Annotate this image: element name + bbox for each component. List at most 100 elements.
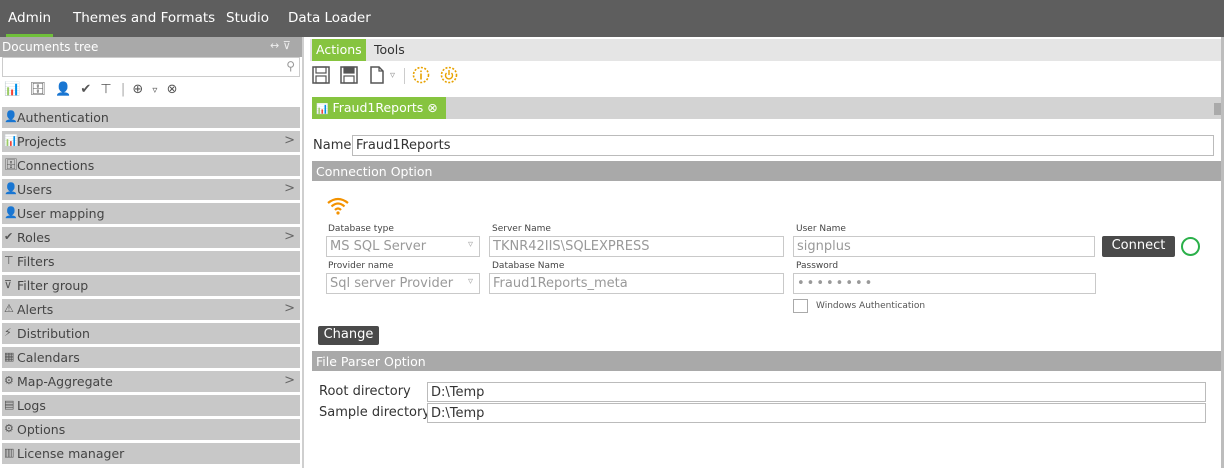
sidebar-item-roles[interactable]: ✔ Roles >: [2, 227, 300, 248]
menu-studio[interactable]: Studio: [226, 10, 269, 26]
sidebar-item-label: Options: [17, 422, 66, 437]
menu-themes-and-formats[interactable]: Themes and Formats: [73, 10, 215, 26]
windows-authentication-label: Windows Authentication: [816, 301, 926, 311]
sidebar-item-license-manager[interactable]: ▥ License manager: [2, 443, 300, 464]
map-aggregate-icon: ⚙: [4, 374, 14, 387]
provider-name-select[interactable]: Sql server Provider ▿: [326, 273, 480, 294]
sidebar-item-filters[interactable]: ⊤ Filters: [2, 251, 300, 272]
sidebar-item-label: Connections: [17, 158, 95, 173]
top-menu-bar: Admin Themes and Formats Studio Data Loa…: [0, 0, 1224, 37]
project-icon: 📊: [316, 104, 329, 115]
sidebar-item-label: Users: [17, 182, 53, 197]
database-type-select[interactable]: MS SQL Server ▿: [326, 236, 480, 257]
remove-icon[interactable]: ⊗: [167, 82, 178, 97]
name-label: Name:: [313, 138, 356, 153]
root-directory-label: Root directory: [319, 384, 411, 399]
chevron-right-icon[interactable]: >: [284, 373, 295, 388]
root-directory-input[interactable]: [427, 382, 1206, 402]
sample-directory-label: Sample directory: [319, 405, 431, 420]
connection-option-header: Connection Option: [312, 161, 1222, 181]
sidebar-item-options[interactable]: ⚙ Options: [2, 419, 300, 440]
dropdown-icon[interactable]: ▿: [152, 85, 157, 96]
change-button[interactable]: Change: [318, 326, 379, 345]
server-name-label: Server Name: [492, 224, 551, 234]
close-icon[interactable]: ⊗: [427, 100, 437, 115]
chevron-right-icon[interactable]: >: [284, 229, 295, 244]
new-document-icon[interactable]: [368, 66, 386, 89]
database-name-label: Database Name: [492, 261, 565, 271]
power-icon[interactable]: [440, 66, 458, 89]
database-icon: 🗄: [4, 158, 18, 171]
chevron-down-icon: ▿: [467, 239, 473, 250]
sidebar-item-label: Filter group: [17, 278, 89, 293]
filter-icon: ⊤: [4, 254, 14, 267]
chevron-down-icon[interactable]: ▿: [390, 70, 395, 81]
document-tabs-bar: 📊 Fraud1Reports ⊗: [312, 97, 1222, 119]
project-icon[interactable]: 📊: [4, 82, 20, 97]
check-icon: ✔: [4, 230, 14, 243]
documents-tree-title: Documents tree: [2, 40, 99, 54]
name-input[interactable]: [352, 135, 1214, 156]
sidebar-item-user-mapping[interactable]: 👤 User mapping: [2, 203, 300, 224]
chevron-right-icon[interactable]: >: [284, 181, 295, 196]
database-type-label: Database type: [328, 224, 394, 234]
panel-pin-icon[interactable]: ↔ ⊽: [270, 39, 291, 52]
database-type-value: MS SQL Server: [330, 239, 427, 254]
menu-data-loader[interactable]: Data Loader: [288, 10, 371, 26]
gear-icon: ⚙: [4, 422, 14, 435]
search-icon[interactable]: ⚲: [286, 59, 295, 73]
info-icon[interactable]: [412, 66, 430, 89]
user-icon: 👤: [4, 182, 18, 195]
save-as-icon[interactable]: [340, 66, 358, 89]
user-icon[interactable]: 👤: [55, 82, 71, 97]
sidebar-item-logs[interactable]: ▤ Logs: [2, 395, 300, 416]
check-icon[interactable]: ✔: [80, 82, 91, 97]
sidebar-item-connections[interactable]: 🗄 Connections: [2, 155, 300, 176]
sidebar-item-label: License manager: [17, 446, 125, 461]
chevron-right-icon[interactable]: >: [284, 133, 295, 148]
sidebar-item-label: Projects: [17, 134, 67, 149]
server-name-input[interactable]: TKNR42IIS\SQLEXPRESS: [489, 236, 784, 257]
sidebar-resize-handle[interactable]: [302, 37, 304, 468]
sidebar-item-projects[interactable]: 📊 Projects >: [2, 131, 300, 152]
provider-name-label: Provider name: [328, 261, 394, 271]
sidebar-item-label: Calendars: [17, 350, 80, 365]
sidebar-item-map-aggregate[interactable]: ⚙ Map-Aggregate >: [2, 371, 300, 392]
chevron-right-icon[interactable]: >: [284, 301, 295, 316]
sidebar-item-label: Alerts: [17, 302, 54, 317]
documents-tree-panel: Documents tree ↔ ⊽ ⚲ 📊 🗄 👤 ✔ ⊤ | ⊕ ▿ ⊗ 👤…: [0, 37, 304, 468]
filter-icon[interactable]: ⊤: [100, 82, 111, 97]
user-mapping-icon: 👤: [4, 206, 18, 219]
main-panel: Actions Tools ▿ 📊 Fraud1Reports ⊗ Name: …: [310, 37, 1224, 468]
windows-authentication-checkbox[interactable]: [793, 299, 808, 313]
tree-search-input[interactable]: ⚲: [2, 57, 300, 77]
action-tabs-bar: Actions Tools: [310, 39, 1222, 61]
sidebar-item-label: User mapping: [17, 206, 105, 221]
sidebar-item-calendars[interactable]: ▦ Calendars: [2, 347, 300, 368]
password-label: Password: [796, 261, 839, 271]
sidebar-item-filter-group[interactable]: ⊽ Filter group: [2, 275, 300, 296]
menu-admin[interactable]: Admin: [5, 10, 54, 37]
sample-directory-input[interactable]: [427, 403, 1206, 423]
user-name-input[interactable]: signplus: [793, 236, 1095, 257]
sidebar-item-label: Logs: [17, 398, 46, 413]
password-input[interactable]: ••••••••: [793, 273, 1096, 294]
add-icon[interactable]: ⊕: [132, 82, 143, 97]
toolbar-divider: [404, 68, 405, 84]
sidebar-item-label: Distribution: [17, 326, 90, 341]
connect-button[interactable]: Connect: [1102, 236, 1175, 257]
save-icon[interactable]: [312, 66, 330, 89]
documents-tree-header: Documents tree ↔ ⊽: [0, 37, 302, 57]
tab-actions[interactable]: Actions: [312, 39, 366, 61]
sidebar-item-authentication[interactable]: 👤 Authentication: [2, 107, 300, 128]
sidebar-item-distribution[interactable]: ⚡ Distribution: [2, 323, 300, 344]
tab-tools[interactable]: Tools: [370, 39, 409, 61]
sidebar-item-users[interactable]: 👤 Users >: [2, 179, 300, 200]
database-name-input[interactable]: Fraud1Reports_meta: [489, 273, 784, 294]
project-icon: 📊: [4, 134, 18, 147]
sidebar-item-label: Roles: [17, 230, 51, 245]
sidebar-item-alerts[interactable]: ⚠ Alerts >: [2, 299, 300, 320]
database-icon[interactable]: 🗄: [29, 82, 46, 97]
document-tab[interactable]: 📊 Fraud1Reports ⊗: [312, 97, 446, 119]
document-tab-label: Fraud1Reports: [332, 100, 424, 115]
